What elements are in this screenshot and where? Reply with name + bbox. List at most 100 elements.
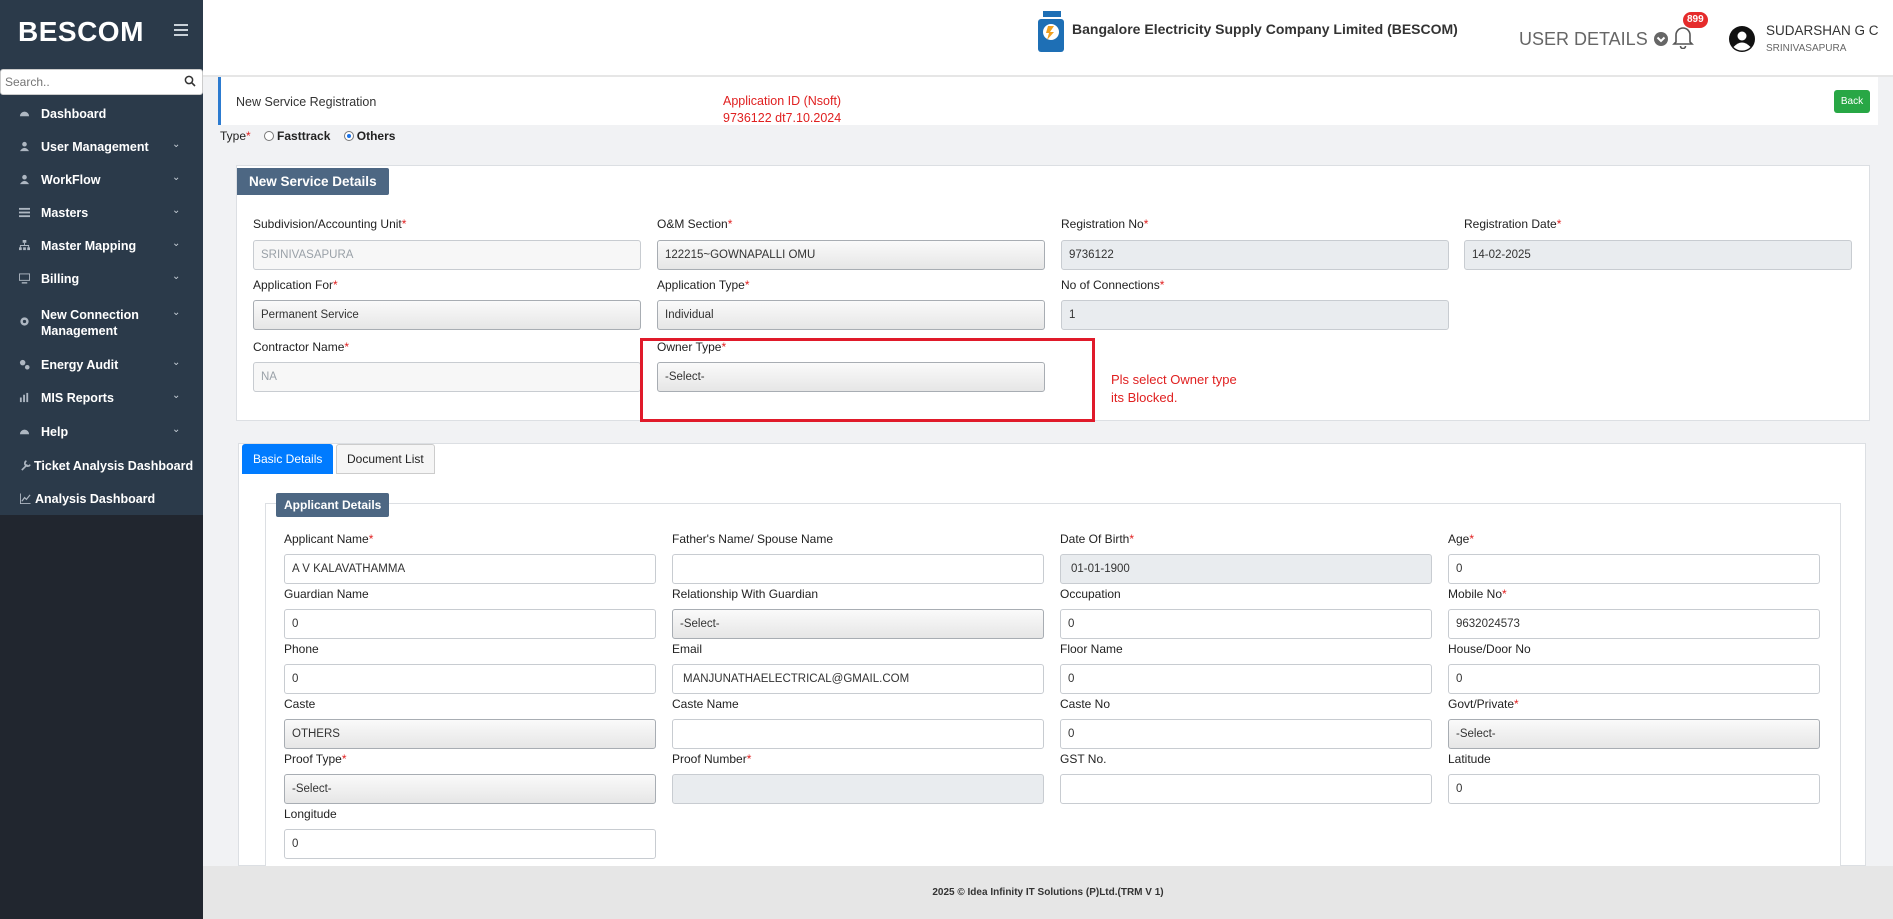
- sidebar-item-help[interactable]: Help ⌄: [0, 422, 203, 442]
- back-button[interactable]: Back: [1834, 90, 1870, 113]
- email-field[interactable]: MANJUNATHAELECTRICAL@GMAIL.COM: [672, 664, 1044, 694]
- tab-document-list[interactable]: Document List: [336, 444, 435, 474]
- relationship-select[interactable]: -Select-: [672, 609, 1044, 639]
- om-section-select[interactable]: 122215~GOWNAPALLI OMU: [657, 240, 1045, 270]
- annotation-line: Pls select Owner type: [1111, 372, 1237, 387]
- sidebar-item-energy-audit[interactable]: Energy Audit ⌄: [0, 355, 203, 375]
- occupation-field[interactable]: 0: [1060, 609, 1432, 639]
- chevron-down-icon: ⌄: [172, 271, 181, 282]
- email-label: Email: [672, 642, 703, 656]
- applicant-name-label: Applicant Name*: [284, 532, 374, 546]
- govt-private-select[interactable]: -Select-: [1448, 719, 1820, 749]
- age-label: Age*: [1448, 532, 1475, 546]
- notification-badge: 899: [1683, 12, 1708, 28]
- application-type-select[interactable]: Individual: [657, 300, 1045, 330]
- sidebar-item-ticket-analysis[interactable]: Ticket Analysis Dashboard: [0, 456, 203, 476]
- dob-field[interactable]: 01-01-1900: [1060, 554, 1432, 584]
- user-icon: [19, 174, 30, 185]
- proof-type-label: Proof Type*: [284, 752, 347, 766]
- proof-type-select[interactable]: -Select-: [284, 774, 656, 804]
- sidebar-item-billing[interactable]: Billing ⌄: [0, 269, 203, 289]
- search-icon[interactable]: [184, 75, 196, 87]
- longitude-label: Longitude: [284, 807, 337, 821]
- bell-icon[interactable]: [1672, 25, 1694, 49]
- registration-date-field[interactable]: 14-02-2025: [1464, 240, 1852, 270]
- gst-no-field[interactable]: [1060, 774, 1432, 804]
- om-section-label: O&M Section*: [657, 217, 733, 231]
- proof-number-field[interactable]: [672, 774, 1044, 804]
- subdivision-label: Subdivision/Accounting Unit*: [253, 217, 407, 231]
- proof-number-label: Proof Number*: [672, 752, 752, 766]
- registration-no-field[interactable]: 9736122: [1061, 240, 1449, 270]
- tab-basic-details[interactable]: Basic Details: [242, 444, 334, 474]
- sidebar-item-label: Analysis Dashboard: [35, 492, 156, 506]
- sidebar-item-label: MIS Reports: [41, 391, 114, 405]
- fasttrack-radio[interactable]: [264, 131, 275, 141]
- sidebar-item-label: Ticket Analysis Dashboard: [34, 459, 194, 473]
- guardian-name-field[interactable]: 0: [284, 609, 656, 639]
- sidebar-item-label: WorkFlow: [41, 173, 101, 187]
- contractor-name-field[interactable]: NA: [253, 362, 641, 392]
- subdivision-field[interactable]: SRINIVASAPURA: [253, 240, 641, 270]
- chevron-down-icon: ⌄: [172, 307, 181, 318]
- application-for-select[interactable]: Permanent Service: [253, 300, 641, 330]
- sidebar-item-dashboard[interactable]: Dashboard: [0, 104, 203, 124]
- sitemap-icon: [19, 240, 30, 251]
- sidebar-item-mis-reports[interactable]: MIS Reports ⌄: [0, 388, 203, 408]
- sidebar-item-label: Masters: [41, 206, 89, 220]
- page-title: New Service Registration: [236, 95, 377, 109]
- chevron-down-icon: ⌄: [172, 205, 181, 216]
- sidebar-item-master-mapping[interactable]: Master Mapping ⌄: [0, 236, 203, 256]
- sidebar-item-workflow[interactable]: WorkFlow ⌄: [0, 170, 203, 190]
- floor-name-label: Floor Name: [1060, 642, 1123, 656]
- registration-no-label: Registration No*: [1061, 217, 1149, 231]
- longitude-field[interactable]: 0: [284, 829, 656, 859]
- guardian-name-label: Guardian Name: [284, 587, 369, 601]
- user-icon: [19, 141, 30, 152]
- father-name-label: Father's Name/ Spouse Name: [672, 532, 834, 546]
- hamburger-menu-icon[interactable]: [174, 24, 188, 36]
- dashboard-icon: [19, 111, 30, 117]
- sidebar-search-input[interactable]: [1, 70, 176, 94]
- no-connections-label: No of Connections*: [1061, 278, 1165, 292]
- latitude-field[interactable]: 0: [1448, 774, 1820, 804]
- sidebar-item-masters[interactable]: Masters ⌄: [0, 203, 203, 223]
- cogs-icon: [19, 359, 30, 370]
- others-radio[interactable]: [343, 131, 354, 141]
- dob-label: Date Of Birth*: [1060, 532, 1135, 546]
- occupation-label: Occupation: [1060, 587, 1121, 601]
- house-no-field[interactable]: 0: [1448, 664, 1820, 694]
- user-location: SRINIVASAPURA: [1766, 43, 1847, 54]
- chevron-down-icon: ⌄: [172, 172, 181, 183]
- sidebar-item-analysis-dashboard[interactable]: Analysis Dashboard: [0, 489, 203, 509]
- sidebar-item-user-management[interactable]: User Management ⌄: [0, 137, 203, 157]
- type-label: Type: [220, 129, 247, 143]
- caste-no-field[interactable]: 0: [1060, 719, 1432, 749]
- sidebar-item-new-connection[interactable]: New Connection Management ⌄: [0, 305, 203, 341]
- mobile-field[interactable]: 9632024573: [1448, 609, 1820, 639]
- father-name-field[interactable]: [672, 554, 1044, 584]
- sidebar-search: [0, 69, 203, 95]
- user-details-menu[interactable]: USER DETAILS: [1519, 29, 1669, 50]
- no-connections-field[interactable]: 1: [1061, 300, 1449, 330]
- avatar-icon[interactable]: [1728, 25, 1756, 53]
- govt-private-label: Govt/Private*: [1448, 697, 1519, 711]
- phone-field[interactable]: 0: [284, 664, 656, 694]
- floor-name-field[interactable]: 0: [1060, 664, 1432, 694]
- caste-select[interactable]: OTHERS: [284, 719, 656, 749]
- contractor-name-label: Contractor Name*: [253, 340, 350, 354]
- list-icon: [19, 207, 30, 218]
- age-field[interactable]: 0: [1448, 554, 1820, 584]
- brand-logo-text: BESCOM: [18, 16, 144, 47]
- chevron-down-icon: ⌄: [172, 139, 181, 150]
- applicant-name-field[interactable]: A V KALAVATHAMMA: [284, 554, 656, 584]
- latitude-label: Latitude: [1448, 752, 1491, 766]
- sidebar-item-label: Master Mapping: [41, 239, 137, 253]
- chevron-down-icon: ⌄: [172, 357, 181, 368]
- wrench-icon: [21, 460, 31, 471]
- application-for-label: Application For*: [253, 278, 338, 292]
- application-id-line: 9736122 dt7.10.2024: [723, 111, 842, 125]
- caste-name-field[interactable]: [672, 719, 1044, 749]
- user-name: SUDARSHAN G C: [1766, 23, 1879, 38]
- type-selector: Type* Fasttrack Others: [220, 129, 396, 143]
